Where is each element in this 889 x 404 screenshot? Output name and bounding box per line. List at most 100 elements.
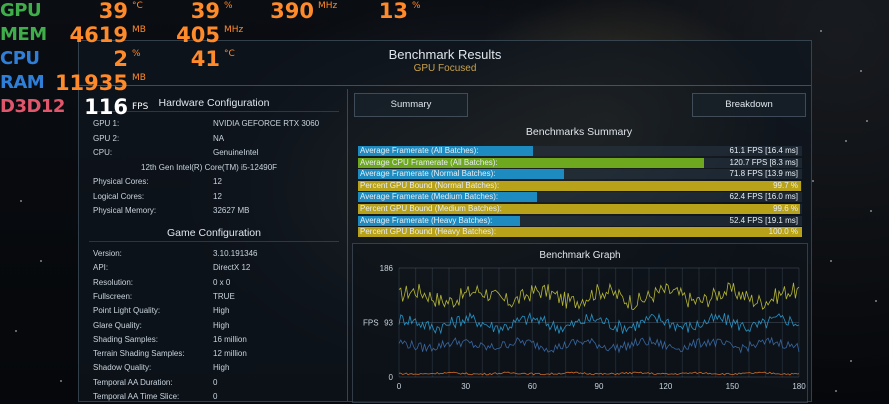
osd-unit: MB	[132, 73, 146, 83]
bar-value: 100.0 %	[768, 227, 798, 237]
config-row: 12th Gen Intel(R) Core(TM) i5-12490F	[89, 163, 339, 175]
osd-unit: MHz	[224, 25, 244, 35]
config-key: Resolution:	[93, 277, 134, 287]
game-divider	[89, 241, 339, 242]
osd-unit: °C	[224, 49, 235, 59]
config-key: Shading Samples:	[93, 334, 158, 344]
osd-value: 41	[190, 47, 220, 71]
osd-value: 390	[270, 0, 314, 23]
bar-value: 71.8 FPS [13.9 ms]	[729, 169, 798, 179]
star	[835, 390, 837, 392]
osd-unit: %	[224, 1, 233, 11]
summary-bar-row: Average CPU Framerate (All Batches): 120.…	[358, 157, 802, 168]
config-row: GPU 2: NA	[89, 134, 339, 146]
bar-label: Average CPU Framerate (All Batches):	[360, 157, 498, 167]
osd-label: CPU	[0, 48, 40, 69]
config-value: NVIDIA GEFORCE RTX 3060	[213, 119, 320, 128]
osd-value: 2	[113, 47, 128, 71]
bar-label: Average Framerate (Heavy Batches):	[360, 215, 493, 225]
summary-bar-row: Average Framerate (All Batches): 61.1 FPS…	[358, 146, 802, 156]
config-value: High	[213, 306, 230, 316]
config-value: 3.10.191346	[213, 249, 258, 258]
config-row: Resolution: 0 x 0	[89, 278, 339, 290]
config-value: DirectX 12	[213, 263, 251, 273]
config-row: Point Light Quality: High	[89, 306, 339, 318]
osd-label: MEM	[0, 24, 47, 45]
star	[60, 380, 62, 382]
config-key: Physical Cores:	[93, 177, 149, 186]
osd-value: 116	[84, 95, 128, 119]
config-value: 12 million	[213, 349, 247, 359]
osd-row-mem: MEM 4619 MB 405 MHz	[0, 23, 440, 47]
x-tick-label: 60	[528, 382, 537, 391]
y-tick-label: 186	[380, 264, 394, 273]
x-tick-label: 30	[461, 382, 470, 391]
config-key: CPU:	[93, 148, 113, 157]
config-row: Temporal AA Duration: 0	[89, 378, 339, 390]
config-value: TRUE	[213, 291, 235, 301]
config-row: Terrain Shading Samples: 12 million	[89, 349, 339, 361]
config-value: High	[213, 320, 230, 330]
config-value: GenuineIntel	[213, 148, 259, 157]
config-value: 12	[213, 177, 222, 186]
osd-row-gpu: GPU 39 °C 39% 390 MHz 13%	[0, 0, 440, 23]
star	[812, 180, 814, 182]
benchmark-graph: Benchmark Graph 186 93 0 FPS 0 30 60 90 120 150 18…	[352, 243, 808, 403]
osd-value: 13	[378, 0, 408, 23]
star	[866, 120, 868, 122]
config-key: Version:	[93, 249, 122, 258]
config-row: GPU 1: NVIDIA GEFORCE RTX 3060	[89, 119, 339, 131]
config-key: Point Light Quality:	[93, 306, 161, 316]
y-tick-label: 0	[389, 373, 394, 382]
config-key: GPU 1:	[93, 119, 120, 128]
osd-value: 39	[190, 0, 220, 23]
y-axis-label: FPS	[363, 319, 379, 328]
config-row: Physical Memory: 32627 MB	[89, 206, 339, 218]
benchmarks-summary-title: Benchmarks Summary	[525, 126, 633, 138]
config-value: High	[213, 363, 230, 373]
config-row: Glare Quality: High	[89, 321, 339, 333]
config-row: Version: 3.10.191346	[89, 249, 339, 261]
osd-row-cpu: CPU 2% 41 °C	[0, 47, 440, 71]
x-tick-label: 0	[397, 382, 402, 391]
star	[860, 70, 862, 72]
benchmark-graph-plot: 186 93 0 FPS 0 30 60 90 120 150 180	[363, 264, 806, 391]
config-key: API:	[93, 263, 109, 273]
osd-value: 11935	[54, 71, 128, 95]
configuration-column: Hardware Configuration GPU 1: NVIDIA GEFO…	[85, 89, 343, 401]
summary-bar-row: Percent GPU Bound (Normal Batches): 99.7 …	[358, 180, 802, 191]
osd-row-ram: RAM 11935 MB	[0, 71, 440, 95]
star	[20, 200, 22, 202]
star	[830, 260, 832, 262]
osd-label: GPU	[0, 0, 42, 21]
config-value: 0 x 0	[213, 277, 231, 287]
star	[40, 260, 42, 262]
summary-bar-row: Percent GPU Bound (Medium Batches): 99.6 …	[358, 204, 802, 214]
star	[15, 330, 17, 332]
config-row: Temporal AA Time Slice: 0	[89, 392, 339, 404]
config-key: Fullscreen:	[93, 291, 133, 301]
bar-value: 120.7 FPS [8.3 ms]	[729, 157, 798, 167]
config-row: Shading Samples: 16 million	[89, 335, 339, 347]
osd-value: 405	[176, 23, 220, 47]
config-value: 12	[213, 191, 222, 201]
summary-bar-row: Average Framerate (Medium Batches): 62.4 …	[358, 192, 802, 203]
osd-value: 4619	[69, 23, 128, 47]
x-tick-label: 120	[659, 382, 673, 391]
star	[850, 360, 852, 362]
config-row: API: DirectX 12	[89, 263, 339, 275]
tab-breakdown[interactable]: Breakdown	[692, 93, 806, 117]
config-key: Logical Cores:	[93, 191, 145, 201]
star	[820, 30, 822, 32]
config-value: 12th Gen Intel(R) Core(TM) i5-12490F	[141, 162, 278, 172]
bar-label: Average Framerate (Medium Batches):	[360, 192, 499, 202]
summary-bar-row: Average Framerate (Heavy Batches): 52.4 F…	[358, 215, 802, 226]
config-row: CPU: GenuineIntel	[89, 148, 339, 160]
x-tick-label: 90	[595, 382, 604, 391]
star	[875, 300, 877, 302]
bar-label: Average Framerate (All Batches):	[360, 146, 479, 155]
bar-value: 52.4 FPS [19.1 ms]	[729, 215, 798, 225]
osd-label: D3D12	[0, 96, 65, 117]
summary-column: Summary Breakdown Benchmarks Summary Ave…	[347, 89, 810, 403]
config-key: Physical Memory:	[93, 206, 157, 215]
